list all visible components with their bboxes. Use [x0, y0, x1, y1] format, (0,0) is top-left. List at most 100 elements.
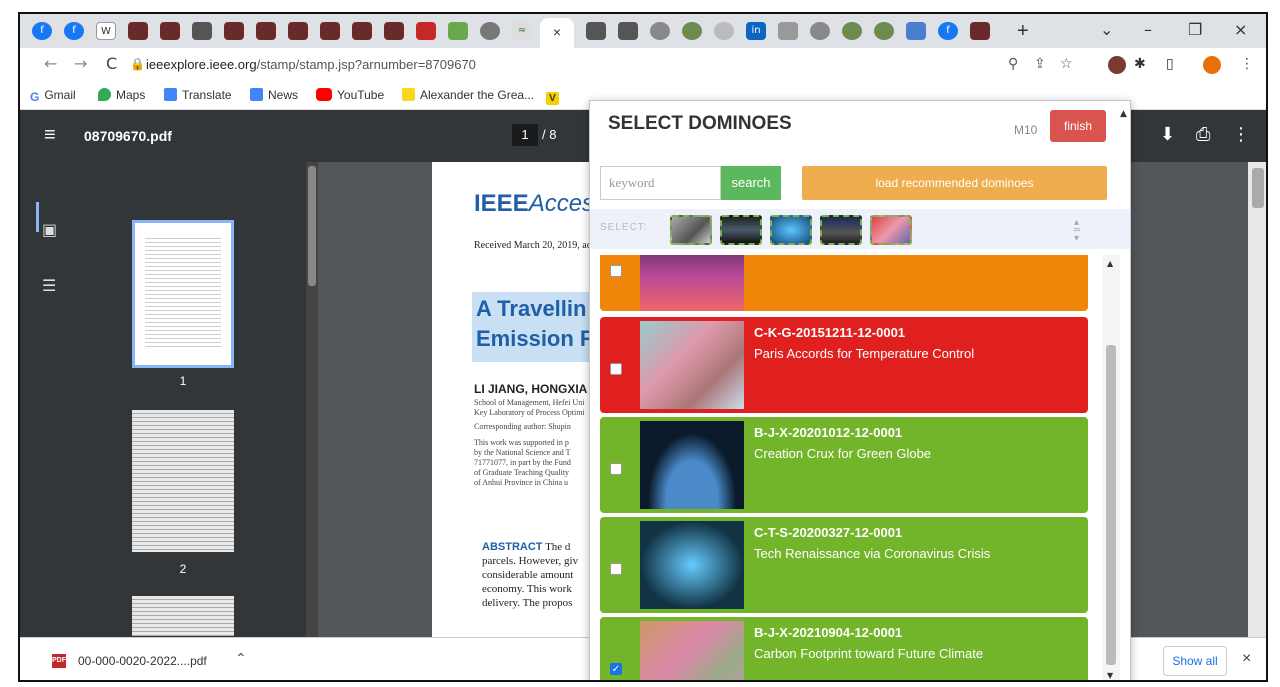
- hamburger-menu-icon[interactable]: ≡: [44, 124, 56, 147]
- forward-icon[interactable]: →: [74, 54, 87, 73]
- close-tab-icon[interactable]: ×: [553, 24, 561, 40]
- document-scrollbar[interactable]: [1248, 162, 1266, 637]
- back-icon[interactable]: ←: [44, 54, 57, 73]
- scroll-thumb[interactable]: [1106, 345, 1116, 665]
- scroll-thumb[interactable]: [1252, 168, 1264, 208]
- finish-button[interactable]: finish: [1050, 110, 1106, 142]
- bookmark-alexander[interactable]: Alexander the Grea...: [402, 88, 534, 102]
- domino-card[interactable]: C-T-S-20200327-12-0001 Tech Renaissance …: [600, 517, 1088, 613]
- tab-page-icon[interactable]: [618, 22, 638, 40]
- minimize-icon[interactable]: –: [1144, 20, 1152, 39]
- tab-page-icon[interactable]: [480, 22, 500, 40]
- tab-wikipedia-icon[interactable]: W: [96, 22, 116, 40]
- close-window-icon[interactable]: ×: [1234, 20, 1247, 39]
- card-checkbox-checked[interactable]: ✓: [610, 663, 622, 675]
- selected-domino-thumb[interactable]: [720, 215, 762, 245]
- tab-page-icon[interactable]: [842, 22, 862, 40]
- domino-card[interactable]: ✓ B-J-X-20210904-12-0001 Carbon Footprin…: [600, 617, 1088, 680]
- tab-page-icon[interactable]: [714, 22, 734, 40]
- tab-search-icon[interactable]: ⌄: [1100, 20, 1113, 39]
- tab-page-icon[interactable]: [160, 22, 180, 40]
- tab-facebook-icon[interactable]: f: [32, 22, 52, 40]
- tab-page-icon[interactable]: [416, 22, 436, 40]
- tab-page-icon[interactable]: ≈: [512, 22, 532, 40]
- bookmark-maps[interactable]: Maps: [98, 88, 145, 102]
- scroll-down-arrow-icon[interactable]: ▼: [1107, 671, 1113, 680]
- maximize-icon[interactable]: ❐: [1188, 20, 1202, 39]
- bookmark-news[interactable]: News: [250, 88, 298, 102]
- tab-page-icon[interactable]: [650, 22, 670, 40]
- selected-domino-thumb[interactable]: [870, 215, 912, 245]
- bookmark-v[interactable]: V: [546, 88, 564, 105]
- tab-page-icon[interactable]: [906, 22, 926, 40]
- chevron-up-icon[interactable]: ⌃: [235, 651, 247, 667]
- share-icon[interactable]: ⇪: [1034, 56, 1046, 72]
- extensions-puzzle-icon[interactable]: ✱: [1134, 56, 1146, 72]
- bookmark-gmail[interactable]: G Gmail: [30, 88, 76, 104]
- selected-domino-thumb[interactable]: [770, 215, 812, 245]
- tab-page-icon[interactable]: [288, 22, 308, 40]
- domino-card[interactable]: [600, 255, 1088, 311]
- bookmark-youtube[interactable]: YouTube: [316, 88, 384, 102]
- tab-page-icon[interactable]: [128, 22, 148, 40]
- load-recommended-button[interactable]: load recommended dominoes: [802, 166, 1107, 200]
- print-icon[interactable]: ⎙: [1196, 124, 1210, 145]
- scroll-up-arrow-icon[interactable]: ▲: [1120, 109, 1127, 119]
- tab-page-icon[interactable]: [874, 22, 894, 40]
- download-icon[interactable]: ⬇: [1160, 124, 1175, 145]
- url-bar[interactable]: ieeexplore.ieee.org/stamp/stamp.jsp?arnu…: [146, 57, 476, 72]
- tab-page-icon[interactable]: [352, 22, 372, 40]
- tab-facebook-icon[interactable]: f: [64, 22, 84, 40]
- download-filename[interactable]: 00-000-0020-2022....pdf: [78, 654, 207, 668]
- tab-page-icon[interactable]: [810, 22, 830, 40]
- card-checkbox[interactable]: [610, 363, 622, 375]
- side-panel-icon[interactable]: ▯: [1166, 56, 1174, 72]
- card-checkbox[interactable]: [610, 265, 622, 277]
- lock-icon[interactable]: 🔒: [130, 57, 145, 71]
- profile-avatar[interactable]: [1203, 56, 1221, 74]
- tab-page-icon[interactable]: [224, 22, 244, 40]
- tab-page-icon[interactable]: [682, 22, 702, 40]
- tab-page-icon[interactable]: [256, 22, 276, 40]
- tab-page-icon[interactable]: [192, 22, 212, 40]
- selected-domino-thumb[interactable]: [670, 215, 712, 245]
- thumbnails-view-icon[interactable]: ▣: [42, 220, 57, 239]
- page-thumbnail-3[interactable]: [132, 596, 234, 636]
- tab-page-icon[interactable]: [586, 22, 606, 40]
- tab-linkedin-icon[interactable]: in: [746, 22, 766, 40]
- extension-icon[interactable]: [1108, 56, 1126, 74]
- domino-card[interactable]: B-J-X-20201012-12-0001 Creation Crux for…: [600, 417, 1088, 513]
- show-all-button[interactable]: Show all: [1163, 646, 1227, 676]
- keyword-input[interactable]: keyword: [600, 166, 721, 200]
- tab-facebook-icon[interactable]: f: [938, 22, 958, 40]
- tab-page-icon[interactable]: [778, 22, 798, 40]
- thumbnail-scrollbar[interactable]: [306, 162, 318, 637]
- reload-icon[interactable]: C: [106, 54, 117, 73]
- search-button[interactable]: search: [721, 166, 781, 200]
- active-tab[interactable]: ×: [540, 18, 574, 48]
- tab-page-icon[interactable]: [448, 22, 468, 40]
- bookmark-translate[interactable]: Translate: [164, 88, 232, 102]
- scroll-up-arrow-icon[interactable]: ▲: [1107, 259, 1113, 268]
- outline-view-icon[interactable]: ☰: [42, 276, 56, 295]
- zoom-icon[interactable]: ⚲: [1008, 56, 1018, 72]
- new-tab-button[interactable]: +: [1017, 20, 1029, 43]
- tab-page-icon[interactable]: [320, 22, 340, 40]
- tab-page-icon[interactable]: [970, 22, 990, 40]
- bookmark-star-icon[interactable]: ☆: [1060, 56, 1073, 72]
- card-checkbox[interactable]: [610, 463, 622, 475]
- more-menu-icon[interactable]: ⋮: [1240, 56, 1254, 72]
- page-number-input[interactable]: 1: [512, 124, 538, 146]
- tab-page-icon[interactable]: [384, 22, 404, 40]
- selected-domino-thumb[interactable]: [820, 215, 862, 245]
- domino-card[interactable]: C-K-G-20151211-12-0001 Paris Accords for…: [600, 317, 1088, 413]
- page-thumbnail-2[interactable]: [132, 410, 234, 552]
- page-thumbnail-1[interactable]: [132, 220, 234, 368]
- more-options-icon[interactable]: ⋮: [1232, 124, 1250, 145]
- abstract: ABSTRACT The d parcels. However, giv con…: [482, 541, 579, 609]
- scroll-thumb[interactable]: [308, 166, 316, 286]
- drag-handle-icon[interactable]: ▴ ═ ▾: [1074, 218, 1080, 244]
- close-download-bar-icon[interactable]: ×: [1242, 650, 1251, 668]
- card-checkbox[interactable]: [610, 563, 622, 575]
- domino-list-scrollbar[interactable]: ▲ ▼: [1102, 255, 1120, 680]
